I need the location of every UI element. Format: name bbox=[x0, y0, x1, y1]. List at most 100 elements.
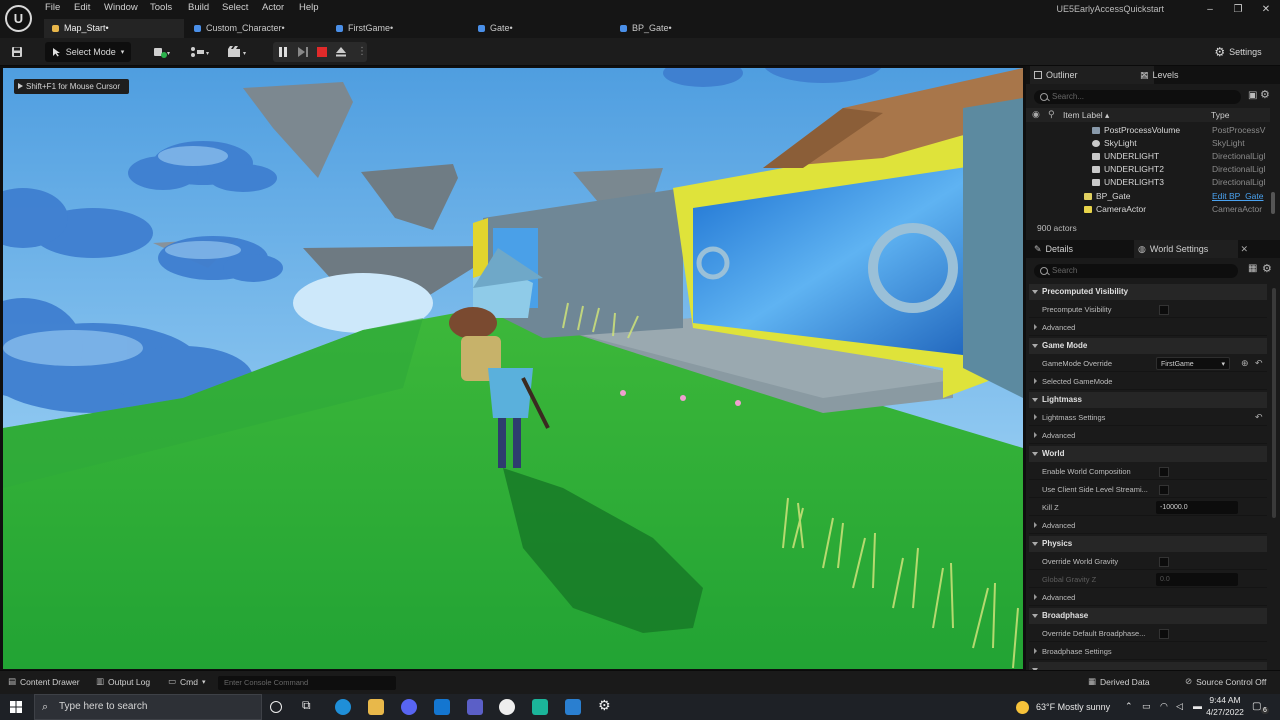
section-world[interactable]: World bbox=[1029, 446, 1267, 462]
outliner-row[interactable]: PostProcessVolume PostProcessV bbox=[1026, 124, 1270, 137]
keyboard-icon[interactable]: ▬ bbox=[1193, 701, 1202, 711]
pause-icon[interactable] bbox=[279, 47, 282, 57]
menu-help[interactable]: Help bbox=[299, 2, 319, 13]
precompute-visibility-checkbox[interactable] bbox=[1159, 305, 1169, 315]
discord-icon[interactable] bbox=[401, 699, 417, 715]
select-mode-dropdown[interactable]: Select Mode ▾ bbox=[45, 42, 131, 62]
section-lightmass[interactable]: Lightmass bbox=[1029, 392, 1267, 408]
close-icon[interactable]: ✕ bbox=[1240, 240, 1248, 258]
more-options-icon[interactable]: ⋮ bbox=[357, 46, 367, 57]
console-command-input[interactable]: Enter Console Command bbox=[218, 676, 396, 690]
details-search-input[interactable]: Search bbox=[1034, 264, 1238, 278]
reset-arrow-icon[interactable]: ↶ bbox=[1255, 355, 1263, 372]
eject-icon[interactable] bbox=[335, 46, 347, 58]
outliner-search-input[interactable]: Search... bbox=[1034, 90, 1241, 104]
pin-icon[interactable]: ⚲ bbox=[1048, 109, 1055, 120]
cinematics-button[interactable]: ▾ bbox=[224, 42, 252, 62]
client-streaming-checkbox[interactable] bbox=[1159, 485, 1169, 495]
kill-z-input[interactable]: -10000.0 bbox=[1156, 501, 1238, 514]
minimize-icon[interactable]: – bbox=[1203, 4, 1217, 15]
table-view-icon[interactable]: ▦ bbox=[1248, 263, 1257, 274]
save-icon[interactable] bbox=[8, 42, 26, 62]
browse-icon[interactable]: ⊕ bbox=[1241, 355, 1249, 372]
advanced-expander[interactable]: Advanced bbox=[1029, 319, 1267, 336]
outliner-row[interactable]: UNDERLIGHT DirectionalLigl bbox=[1026, 150, 1270, 163]
menu-window[interactable]: Window bbox=[104, 2, 138, 13]
override-broadphase-checkbox[interactable] bbox=[1159, 629, 1169, 639]
outliner-row[interactable]: CameraActor CameraActor bbox=[1026, 203, 1270, 216]
section-physics[interactable]: Physics bbox=[1029, 536, 1267, 552]
mouse-cursor-hint[interactable]: Shift+F1 for Mouse Cursor bbox=[14, 79, 130, 94]
menu-build[interactable]: Build bbox=[188, 2, 209, 13]
level-viewport[interactable]: Shift+F1 for Mouse Cursor bbox=[3, 68, 1023, 669]
chevron-up-icon[interactable]: ⌃ bbox=[1125, 701, 1133, 712]
gamemode-select[interactable]: FirstGame ▾ bbox=[1156, 357, 1230, 370]
unreal-engine-icon[interactable] bbox=[499, 699, 515, 715]
tab-bp-gate[interactable]: BP_Gate• bbox=[612, 19, 752, 38]
weather-text[interactable]: 63°F Mostly sunny bbox=[1036, 702, 1110, 712]
lightmass-settings-expander[interactable]: Lightmass Settings ↶ bbox=[1029, 409, 1267, 426]
content-drawer-button[interactable]: ▤ Content Drawer bbox=[8, 676, 80, 687]
advanced-expander[interactable]: Advanced bbox=[1029, 589, 1267, 606]
advance-frame-icon[interactable] bbox=[297, 47, 309, 57]
section-precomputed-visibility[interactable]: Precomputed Visibility bbox=[1029, 284, 1267, 300]
section-broadphase[interactable]: Broadphase bbox=[1029, 608, 1267, 624]
world-composition-checkbox[interactable] bbox=[1159, 467, 1169, 477]
reset-arrow-icon[interactable]: ↶ bbox=[1255, 409, 1263, 426]
column-item-label[interactable]: Item Label ▴ bbox=[1063, 110, 1109, 121]
task-view-icon[interactable]: ⧉ bbox=[302, 698, 318, 714]
broadphase-settings-expander[interactable]: Broadphase Settings bbox=[1029, 643, 1267, 660]
settings-button[interactable]: ⚙ Settings bbox=[1208, 42, 1268, 62]
file-explorer-icon[interactable] bbox=[368, 699, 384, 715]
menu-edit[interactable]: Edit bbox=[74, 2, 90, 13]
override-gravity-checkbox[interactable] bbox=[1159, 557, 1169, 567]
visibility-eye-icon[interactable]: ◉ bbox=[1032, 109, 1040, 120]
output-log-button[interactable]: ▥ Output Log bbox=[96, 676, 150, 687]
outliner-row[interactable]: BP_Gate Edit BP_Gate bbox=[1026, 190, 1270, 203]
tab-outliner[interactable]: Outliner ✕ bbox=[1030, 66, 1154, 84]
tab-details[interactable]: ✎ Details bbox=[1030, 240, 1130, 258]
tab-map-start[interactable]: Map_Start• bbox=[44, 19, 184, 38]
wifi-icon[interactable]: ◠ bbox=[1160, 701, 1168, 712]
outliner-row[interactable]: SkyLight SkyLight bbox=[1026, 137, 1270, 150]
cmd-dropdown[interactable]: ▭ Cmd ▾ bbox=[168, 676, 206, 687]
add-actor-button[interactable]: ▾ bbox=[150, 42, 176, 62]
edit-blueprint-link[interactable]: Edit BP_Gate bbox=[1212, 190, 1268, 203]
selected-gamemode-expander[interactable]: Selected GameMode bbox=[1029, 373, 1267, 390]
derived-data-button[interactable]: ▦ Derived Data bbox=[1088, 676, 1150, 687]
stop-icon[interactable] bbox=[317, 47, 327, 57]
edge-icon[interactable] bbox=[335, 699, 351, 715]
cortana-icon[interactable] bbox=[270, 701, 282, 713]
close-icon[interactable]: ✕ bbox=[1259, 4, 1273, 15]
blueprints-button[interactable]: ▾ bbox=[187, 42, 215, 62]
menu-tools[interactable]: Tools bbox=[150, 2, 172, 13]
settings-gear-icon[interactable]: ⚙ bbox=[598, 697, 614, 713]
tab-first-game[interactable]: FirstGame• bbox=[328, 19, 468, 38]
gear-icon[interactable]: ⚙ bbox=[1262, 262, 1272, 275]
gear-icon[interactable]: ⚙ bbox=[1260, 88, 1270, 101]
column-type[interactable]: Type bbox=[1211, 110, 1229, 120]
advanced-expander[interactable]: Advanced bbox=[1029, 517, 1267, 534]
folder-icon[interactable]: ▣ bbox=[1248, 90, 1257, 101]
tab-world-settings[interactable]: ◍ World Settings ✕ bbox=[1134, 240, 1248, 258]
taskbar-search-input[interactable]: ⌕ Type here to search bbox=[34, 694, 262, 720]
tab-levels[interactable]: ▤ Levels bbox=[1140, 66, 1179, 84]
section-game-mode[interactable]: Game Mode bbox=[1029, 338, 1267, 354]
maximize-icon[interactable]: ❐ bbox=[1231, 4, 1245, 15]
outlook-icon[interactable] bbox=[434, 699, 450, 715]
details-scrollbar[interactable] bbox=[1272, 288, 1276, 518]
advanced-expander[interactable]: Advanced bbox=[1029, 427, 1267, 444]
outliner-scrollbar[interactable] bbox=[1271, 192, 1275, 214]
source-control-button[interactable]: ⊘ Source Control Off bbox=[1185, 676, 1266, 687]
clock-date[interactable]: 4/27/2022 bbox=[1205, 707, 1245, 717]
menu-file[interactable]: File bbox=[45, 2, 60, 13]
weather-sun-icon[interactable] bbox=[1016, 701, 1029, 714]
network-icon[interactable]: ▭ bbox=[1142, 701, 1151, 712]
app-icon[interactable] bbox=[532, 699, 548, 715]
volume-icon[interactable]: ◁ bbox=[1176, 701, 1183, 712]
tab-custom-character[interactable]: Custom_Character• bbox=[186, 19, 326, 38]
windows-start-icon[interactable] bbox=[10, 701, 22, 713]
menu-actor[interactable]: Actor bbox=[262, 2, 284, 13]
unreal-logo-icon[interactable]: U bbox=[5, 5, 32, 32]
screen-recorder-icon[interactable] bbox=[565, 699, 581, 715]
